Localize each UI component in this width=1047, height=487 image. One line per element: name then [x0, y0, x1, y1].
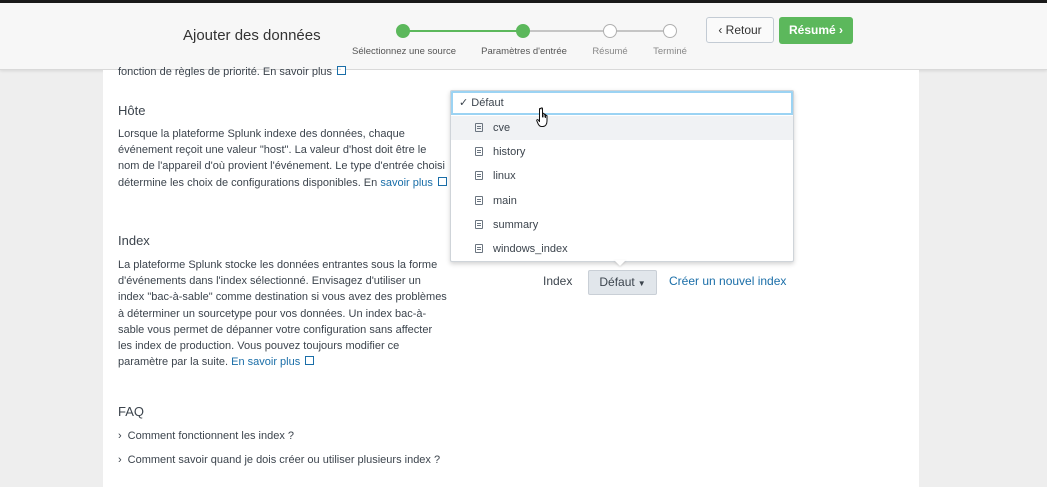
dropdown-option-summary[interactable]: summary: [451, 213, 793, 237]
external-link-icon: [337, 66, 347, 75]
step-2-dot: [516, 24, 530, 38]
database-icon: [475, 123, 483, 132]
step-3-label: Résumé: [592, 46, 628, 57]
step-4-label: Terminé: [653, 46, 687, 57]
index-learn-more-link[interactable]: En savoir plus: [231, 356, 300, 368]
dropdown-option-main[interactable]: main: [451, 189, 793, 213]
back-button-label: Retour: [725, 23, 762, 37]
dropdown-option-linux[interactable]: linux: [451, 164, 793, 188]
back-button[interactable]: ‹ Retour: [706, 17, 774, 43]
index-section-title: Index: [118, 233, 150, 248]
index-dropdown-menu: ✓ Défaut cve history linux main summary …: [450, 90, 794, 262]
index-select-value: Défaut: [599, 275, 635, 289]
database-icon: [475, 196, 483, 205]
chevron-right-icon: ›: [118, 430, 122, 442]
dropdown-option-selected[interactable]: ✓ Défaut: [451, 91, 793, 115]
faq-item-1[interactable]: › Comment fonctionnent les index ?: [118, 430, 294, 442]
database-icon: [475, 220, 483, 229]
next-button[interactable]: Résumé ›: [779, 17, 853, 44]
external-link-icon: [305, 356, 315, 366]
external-link-icon: [437, 176, 447, 186]
step-4-dot: [663, 24, 677, 38]
host-learn-more-link[interactable]: savoir plus: [380, 177, 433, 189]
progress-track-todo: [523, 30, 670, 32]
faq-title: FAQ: [118, 404, 145, 419]
hand-pointer-icon: [536, 107, 548, 127]
step-2-label: Paramètres d'entrée: [481, 46, 567, 57]
faq-item-2[interactable]: › Comment savoir quand je dois créer ou u…: [118, 454, 440, 466]
page-title: Ajouter des données: [183, 27, 321, 44]
caret-down-icon: ▼: [637, 279, 646, 288]
dropdown-option-cve[interactable]: cve: [451, 116, 793, 140]
next-button-label: Résumé: [788, 23, 836, 37]
host-section-title: Hôte: [118, 103, 146, 118]
step-1-dot: [396, 24, 410, 38]
database-icon: [475, 147, 483, 156]
step-1-label: Sélectionnez une source: [351, 46, 457, 57]
host-description: Lorsque la plateforme Splunk indexe des …: [118, 128, 447, 189]
index-field-label: Index: [543, 274, 573, 288]
progress-track-done: [403, 30, 523, 32]
faq-item-label: Comment fonctionnent les index ?: [127, 430, 294, 442]
faq-item-label: Comment savoir quand je dois créer ou ut…: [127, 454, 441, 466]
dropdown-option-history[interactable]: history: [451, 140, 793, 164]
database-icon: [475, 171, 483, 180]
chevron-right-icon: ›: [839, 23, 844, 37]
index-description: La plateforme Splunk stocke les données …: [118, 259, 447, 369]
step-3-dot: [603, 24, 617, 38]
wizard-steps: Sélectionnez une source Paramètres d'ent…: [340, 13, 700, 63]
create-index-link[interactable]: Créer un nouvel index: [669, 274, 786, 288]
dropdown-option-windows-index[interactable]: windows_index: [451, 237, 793, 261]
previous-section-tail: fonction de règles de priorité. En savoi…: [118, 66, 448, 77]
database-icon: [475, 244, 483, 253]
chevron-right-icon: ›: [118, 454, 122, 466]
wizard-header: Ajouter des données Sélectionnez une sou…: [0, 3, 1047, 70]
dropdown-pointer: [614, 260, 626, 266]
index-select[interactable]: Défaut ▼: [588, 270, 657, 295]
chevron-left-icon: ‹: [718, 23, 723, 37]
